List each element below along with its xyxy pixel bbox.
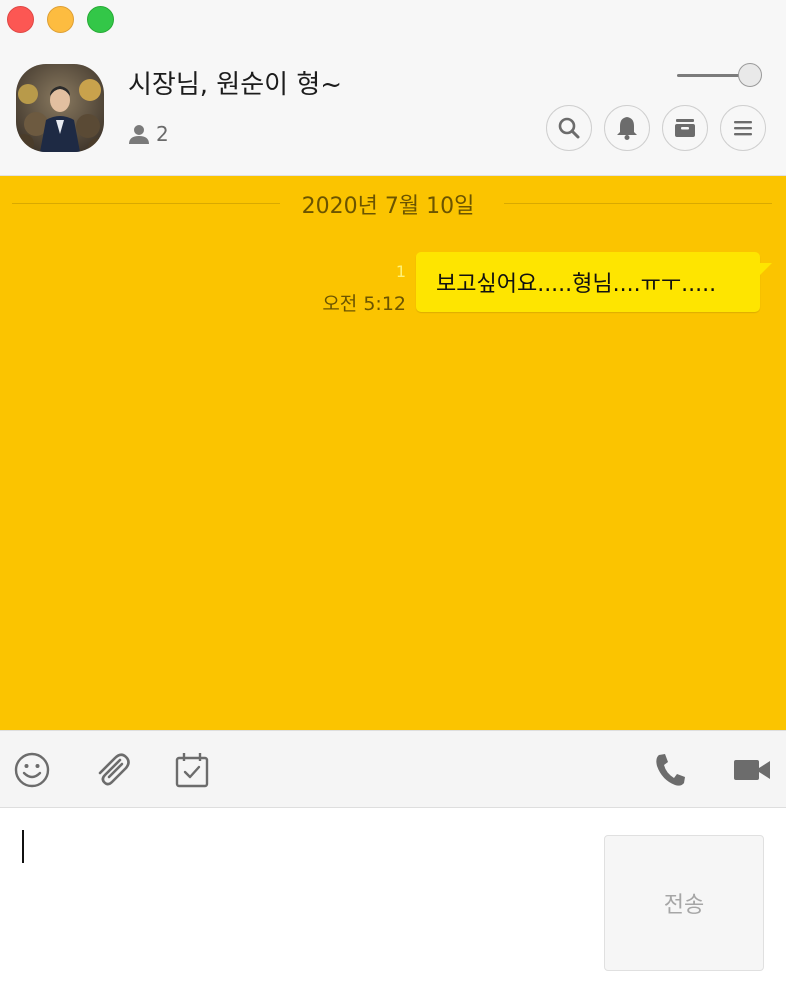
video-camera-icon (734, 760, 770, 780)
slider-track (677, 74, 743, 77)
bell-icon (617, 117, 637, 140)
text-caret (22, 830, 24, 863)
schedule-button[interactable] (172, 750, 212, 790)
bubble-tail (758, 263, 772, 277)
member-count[interactable]: 2 (128, 122, 169, 146)
chatroom-avatar[interactable] (16, 64, 104, 152)
calendar-check-icon (175, 753, 209, 788)
emoji-icon (14, 752, 50, 788)
menu-icon (734, 121, 752, 136)
window-maximize-button[interactable] (87, 6, 114, 33)
search-icon (558, 117, 580, 139)
chat-title: 시장님, 원순이 형~ (128, 70, 343, 100)
chat-window: 시장님, 원순이 형~ 2 2020년 7월 10일 1 오전 5:12 보고싶… (0, 0, 786, 990)
archive-icon (675, 119, 695, 137)
phone-icon (656, 754, 685, 786)
send-button[interactable]: 전송 (604, 835, 764, 971)
window-close-button[interactable] (7, 6, 34, 33)
window-minimize-button[interactable] (47, 6, 74, 33)
emoticon-button[interactable] (12, 750, 52, 790)
message-input[interactable] (14, 821, 584, 971)
paperclip-icon (98, 753, 130, 786)
notification-button[interactable] (604, 105, 650, 151)
person-icon (129, 125, 149, 144)
video-call-button[interactable] (730, 750, 774, 790)
chat-header: 시장님, 원순이 형~ 2 (0, 0, 786, 176)
message-time: 오전 5:12 (322, 293, 406, 315)
unread-count: 1 (395, 262, 406, 281)
voice-call-button[interactable] (650, 750, 690, 790)
input-area: 전송 (0, 809, 786, 990)
opacity-slider[interactable] (677, 62, 765, 88)
search-button[interactable] (546, 105, 592, 151)
avatar-photo (16, 64, 104, 152)
menu-button[interactable] (720, 105, 766, 151)
date-separator: 2020년 7월 10일 (301, 194, 475, 219)
message-bubble-mine[interactable]: 보고싶어요.....형님....ㅠㅜ..... (416, 252, 760, 312)
input-toolbar (0, 730, 786, 808)
attach-file-button[interactable] (92, 750, 132, 790)
slider-thumb[interactable] (738, 63, 762, 87)
message-text: 보고싶어요.....형님....ㅠㅜ..... (436, 272, 717, 297)
message-list[interactable]: 2020년 7월 10일 1 오전 5:12 보고싶어요.....형님....ㅠ… (0, 176, 786, 730)
drawer-button[interactable] (662, 105, 708, 151)
member-count-value: 2 (156, 122, 169, 146)
